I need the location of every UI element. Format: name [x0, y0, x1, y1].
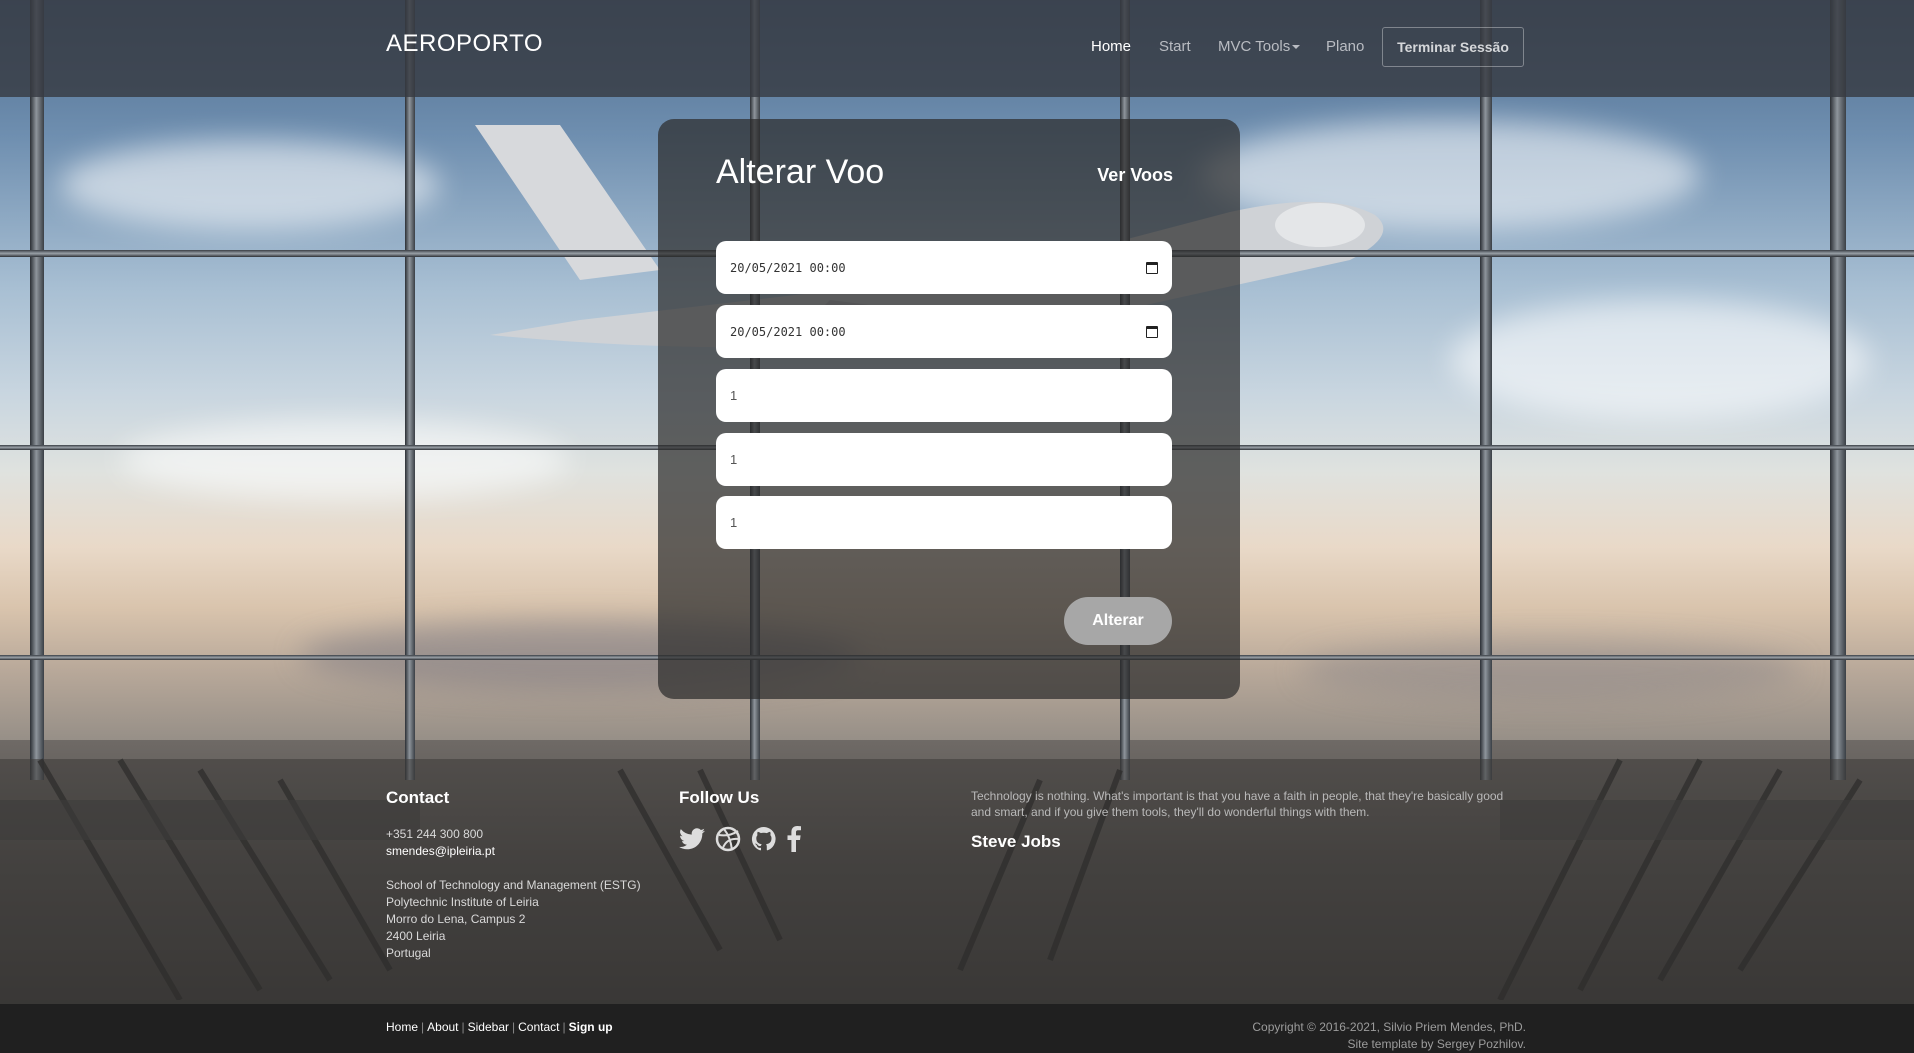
panel-title: Alterar Voo: [716, 153, 885, 191]
number-field-2-value: 1: [730, 452, 738, 467]
bottom-link-signup[interactable]: Sign up: [569, 1020, 613, 1034]
contact-phone: +351 244 300 800: [386, 827, 484, 841]
address-line: 2400 Leiria: [386, 929, 446, 943]
logout-button[interactable]: Terminar Sessão: [1382, 27, 1524, 67]
facebook-icon[interactable]: [787, 826, 801, 852]
nav-start[interactable]: Start: [1159, 38, 1191, 55]
bottom-link-contact[interactable]: Contact: [518, 1020, 559, 1034]
number-field-1-value: 1: [730, 388, 738, 403]
template-credit: Site template by Sergey Pozhilov.: [1347, 1037, 1526, 1051]
top-navbar: AEROPORTO Home Start MVC Tools Plano Ter…: [0, 0, 1914, 97]
calendar-icon[interactable]: [1146, 261, 1158, 274]
follow-heading: Follow Us: [679, 788, 760, 807]
nav-mvc-tools-label: MVC Tools: [1218, 38, 1291, 55]
number-field-3-value: 1: [730, 515, 738, 530]
number-field-1[interactable]: 1: [716, 369, 1172, 422]
alterar-button[interactable]: Alterar: [1064, 597, 1172, 645]
departure-datetime-value: 20/05/2021 00:00: [730, 260, 846, 275]
view-flights-link[interactable]: Ver Voos: [1097, 165, 1173, 186]
nav-mvc-tools[interactable]: MVC Tools: [1218, 38, 1301, 55]
nav-home[interactable]: Home: [1091, 38, 1131, 55]
copyright-text: Copyright © 2016-2021, Silvio Priem Mend…: [1252, 1020, 1526, 1034]
github-icon[interactable]: [751, 826, 777, 852]
bottom-link-home[interactable]: Home: [386, 1020, 418, 1034]
contact-heading: Contact: [386, 788, 450, 807]
edit-flight-panel: Alterar Voo Ver Voos 20/05/2021 00:00 20…: [658, 119, 1240, 699]
bottom-link-about[interactable]: About: [427, 1020, 458, 1034]
brand-logo[interactable]: AEROPORTO: [386, 30, 543, 58]
footer: [0, 759, 1914, 1004]
address-line: Polytechnic Institute of Leiria: [386, 895, 539, 909]
address-line: Portugal: [386, 946, 431, 960]
bottom-bar: [0, 1004, 1914, 1053]
copyright-block: Copyright © 2016-2021, Silvio Priem Mend…: [1252, 1019, 1526, 1053]
quote-text: Technology is nothing. What's important …: [971, 789, 1504, 819]
dribbble-icon[interactable]: [715, 826, 741, 852]
contact-email[interactable]: smendes@ipleiria.pt: [386, 843, 641, 860]
number-field-2[interactable]: 1: [716, 433, 1172, 486]
arrival-datetime-input[interactable]: 20/05/2021 00:00: [716, 305, 1172, 358]
contact-block: +351 244 300 800 smendes@ipleiria.pt Sch…: [386, 826, 641, 962]
departure-datetime-input[interactable]: 20/05/2021 00:00: [716, 241, 1172, 294]
calendar-icon[interactable]: [1146, 325, 1158, 338]
quote-author: Steve Jobs: [971, 832, 1061, 851]
bottom-link-sidebar[interactable]: Sidebar: [468, 1020, 509, 1034]
social-icons: [679, 826, 801, 852]
bottom-links: Home | About | Sidebar | Contact | Sign up: [386, 1020, 613, 1034]
number-field-3[interactable]: 1: [716, 496, 1172, 549]
twitter-icon[interactable]: [679, 826, 705, 852]
address-line: Morro do Lena, Campus 2: [386, 912, 526, 926]
nav-plano[interactable]: Plano: [1326, 38, 1364, 55]
arrival-datetime-value: 20/05/2021 00:00: [730, 324, 846, 339]
caret-down-icon: [1292, 45, 1301, 50]
address-line: School of Technology and Management (EST…: [386, 878, 641, 892]
